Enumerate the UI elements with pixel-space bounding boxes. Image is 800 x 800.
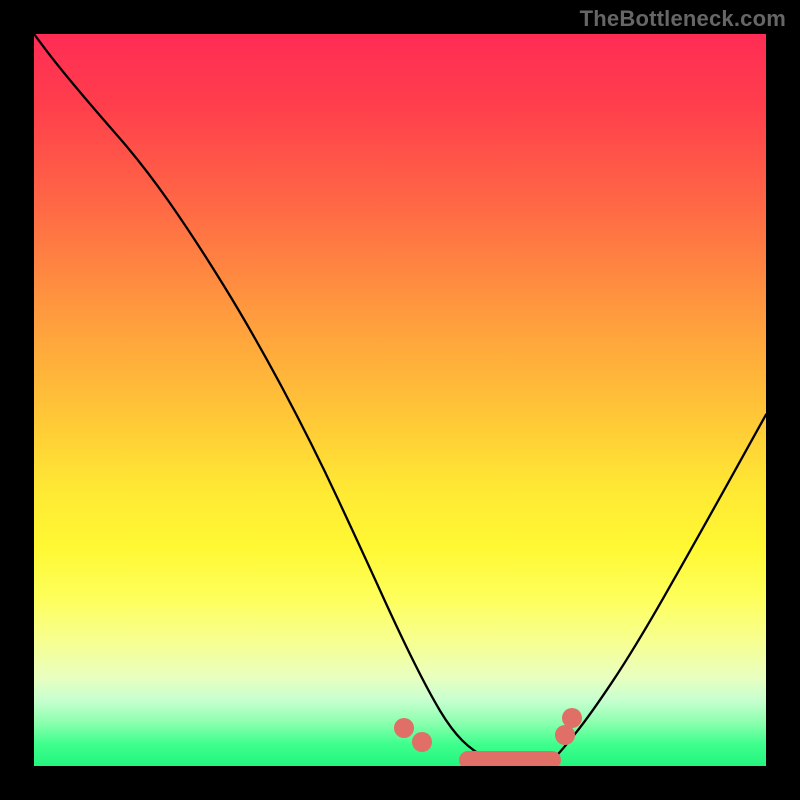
valley-dot-2	[412, 732, 432, 752]
watermark-text: TheBottleneck.com	[580, 6, 786, 32]
plot-area	[34, 34, 766, 766]
valley-band	[459, 751, 561, 766]
valley-dot-1	[394, 718, 414, 738]
bottleneck-curve-path	[34, 34, 766, 766]
valley-dot-3	[555, 725, 575, 745]
bottleneck-curve	[34, 34, 766, 766]
chart-frame: TheBottleneck.com	[0, 0, 800, 800]
